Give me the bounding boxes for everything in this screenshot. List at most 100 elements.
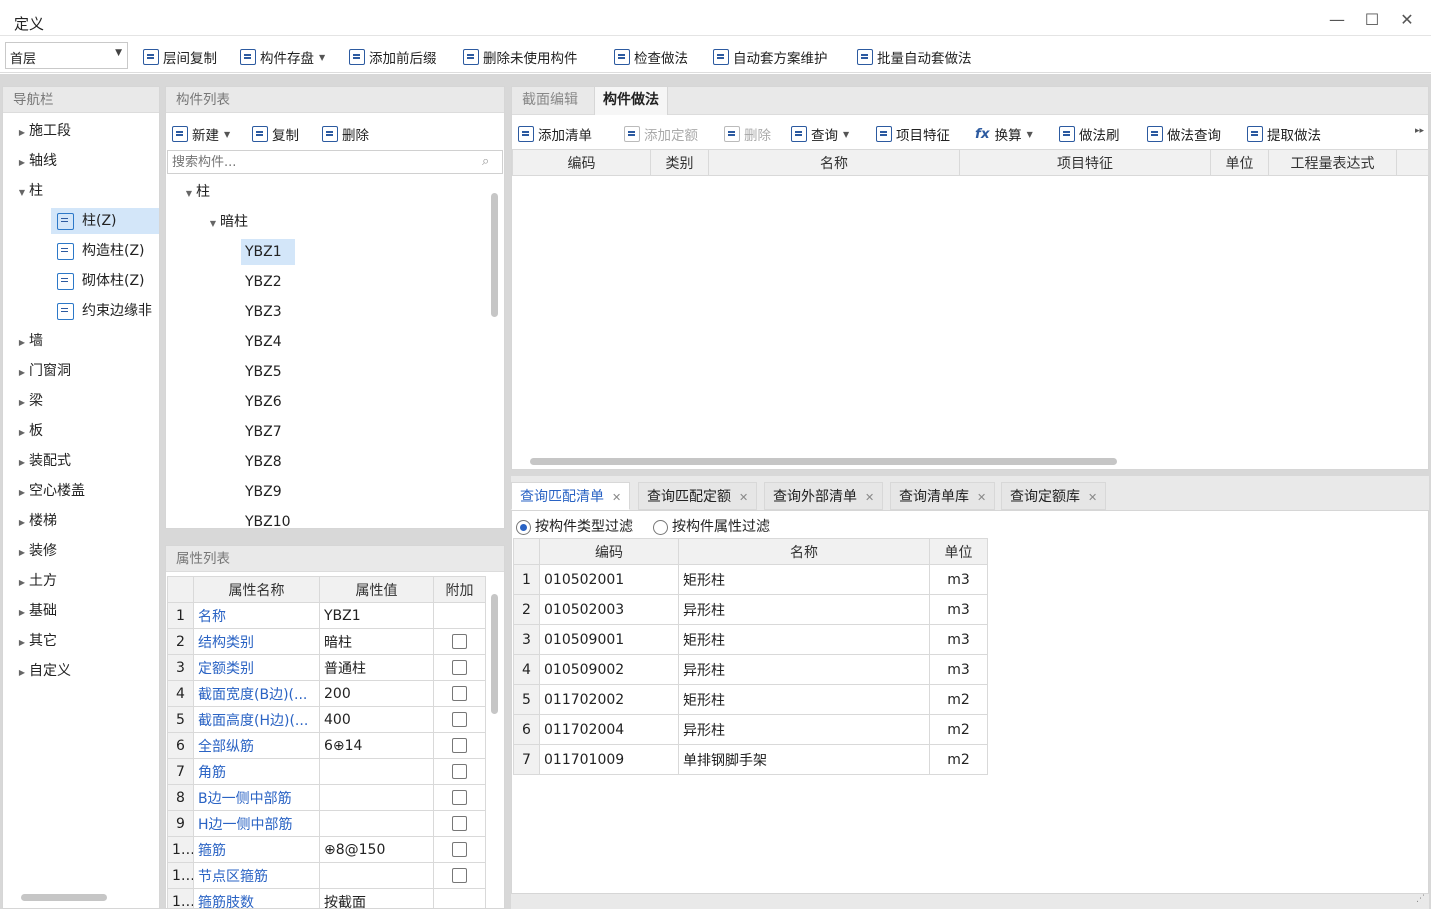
nav-item-wall[interactable]: ▶ 墙 <box>15 327 43 355</box>
property-value[interactable]: ⊕8@150 <box>319 836 434 863</box>
nav-sub-masonry-column[interactable]: 砌体柱(Z) <box>57 268 145 294</box>
query-name[interactable]: 异形柱 <box>678 594 930 625</box>
property-name[interactable]: 节点区箍筋 <box>193 862 320 889</box>
close-icon[interactable]: ✕ <box>977 491 986 504</box>
query-row[interactable]: 4 010509002 异形柱 m3 <box>513 654 988 685</box>
query-code[interactable]: 011702002 <box>539 684 679 715</box>
tab-component-method[interactable]: 构件做法 <box>594 87 668 115</box>
tree-item-ybz5[interactable]: YBZ5 <box>245 359 282 385</box>
query-code[interactable]: 010502001 <box>539 564 679 595</box>
query-name[interactable]: 异形柱 <box>678 654 930 685</box>
close-icon[interactable]: ✕ <box>865 491 874 504</box>
tab-query-bill-library[interactable]: 查询清单库 ✕ <box>890 482 996 510</box>
method-delete-button[interactable]: 删除 <box>724 123 771 145</box>
query-code[interactable]: 010502003 <box>539 594 679 625</box>
tree-root-column[interactable]: ▼ 柱 <box>182 179 210 205</box>
delete-component-button[interactable]: 删除 <box>322 123 369 145</box>
property-row[interactable]: 7 角筋 <box>167 758 486 785</box>
tab-query-quota-library[interactable]: 查询定额库 ✕ <box>1001 482 1107 510</box>
property-name[interactable]: 名称 <box>193 602 320 629</box>
query-unit[interactable]: m3 <box>929 624 988 655</box>
property-value[interactable] <box>319 862 434 889</box>
query-row[interactable]: 3 010509001 矩形柱 m3 <box>513 624 988 655</box>
tree-item-ybz6[interactable]: YBZ6 <box>245 389 282 415</box>
batch-auto-button[interactable]: 批量自动套做法 <box>857 46 972 68</box>
nav-sub-boundary-element[interactable]: 约束边缘非 <box>57 298 159 324</box>
nav-item-slab[interactable]: ▶ 板 <box>15 417 43 445</box>
save-component-button[interactable]: 构件存盘 ▼ <box>240 46 325 68</box>
checkbox[interactable] <box>452 868 467 883</box>
query-unit[interactable]: m3 <box>929 654 988 685</box>
nav-horizontal-scrollbar[interactable] <box>21 894 107 901</box>
floor-select[interactable]: 首层 ▼ <box>5 42 128 69</box>
add-bill-button[interactable]: 添加清单 <box>518 123 592 145</box>
auto-scheme-button[interactable]: 自动套方案维护 <box>713 46 828 68</box>
nav-item-construction-segment[interactable]: ▶ 施工段 <box>15 117 71 145</box>
filter-by-attribute-radio[interactable]: 按构件属性过滤 <box>653 516 770 536</box>
property-row[interactable]: 10 箍筋 ⊕8@150 <box>167 836 486 863</box>
property-name[interactable]: 定额类别 <box>193 654 320 681</box>
property-value[interactable]: 6⊕14 <box>319 732 434 759</box>
nav-item-earthwork[interactable]: ▶ 土方 <box>15 567 57 595</box>
extract-method-button[interactable]: 提取做法 <box>1247 123 1321 145</box>
component-list-scrollbar[interactable] <box>491 193 498 317</box>
nav-sub-column-z[interactable]: 柱(Z) <box>51 208 159 234</box>
property-value[interactable]: 400 <box>319 706 434 733</box>
tab-query-external-bill[interactable]: 查询外部清单 ✕ <box>764 482 884 510</box>
query-row[interactable]: 6 011702004 异形柱 m2 <box>513 714 988 745</box>
resize-grip-icon[interactable]: ⋰ <box>1416 894 1425 904</box>
checkbox[interactable] <box>452 842 467 857</box>
query-name[interactable]: 异形柱 <box>678 714 930 745</box>
checkbox[interactable] <box>452 790 467 805</box>
tree-item-ybz4[interactable]: YBZ4 <box>245 329 282 355</box>
item-feature-button[interactable]: 项目特征 <box>876 123 950 145</box>
close-icon[interactable]: ✕ <box>612 491 621 504</box>
property-value[interactable] <box>319 758 434 785</box>
property-value[interactable] <box>319 784 434 811</box>
property-row[interactable]: 4 截面宽度(B边)(... 200 <box>167 680 486 707</box>
query-row[interactable]: 7 011701009 单排钢脚手架 m2 <box>513 744 988 775</box>
floor-copy-button[interactable]: 层间复制 <box>143 46 217 68</box>
property-row[interactable]: 1 名称 YBZ1 <box>167 602 486 629</box>
toolbar-overflow-icon[interactable]: ▸▸ <box>1415 126 1424 136</box>
delete-unused-button[interactable]: 删除未使用构件 <box>463 46 578 68</box>
tab-query-match-bill[interactable]: 查询匹配清单 ✕ <box>511 482 631 510</box>
property-value[interactable]: 暗柱 <box>319 628 434 655</box>
method-brush-button[interactable]: 做法刷 <box>1059 123 1120 145</box>
method-query-button[interactable]: 做法查询 <box>1147 123 1221 145</box>
property-row[interactable]: 8 B边一侧中部筋 <box>167 784 486 811</box>
checkbox[interactable] <box>452 764 467 779</box>
component-search-input[interactable] <box>167 150 503 174</box>
checkbox[interactable] <box>452 816 467 831</box>
property-row[interactable]: 6 全部纵筋 6⊕14 <box>167 732 486 759</box>
checkbox[interactable] <box>452 738 467 753</box>
query-row[interactable]: 2 010502003 异形柱 m3 <box>513 594 988 625</box>
query-unit[interactable]: m3 <box>929 564 988 595</box>
query-row[interactable]: 1 010502001 矩形柱 m3 <box>513 564 988 595</box>
property-name[interactable]: 截面宽度(B边)(... <box>193 680 320 707</box>
property-row[interactable]: 12 箍筋肢数 按截面 <box>167 888 486 908</box>
property-row[interactable]: 5 截面高度(H边)(... 400 <box>167 706 486 733</box>
nav-item-column[interactable]: ▼ 柱 <box>15 177 43 205</box>
query-name[interactable]: 单排钢脚手架 <box>678 744 930 775</box>
query-name[interactable]: 矩形柱 <box>678 624 930 655</box>
tree-item-ybz10[interactable]: YBZ10 <box>245 509 291 529</box>
add-prefix-button[interactable]: 添加前后缀 <box>349 46 437 68</box>
close-icon[interactable]: ✕ <box>739 491 748 504</box>
property-value[interactable]: 200 <box>319 680 434 707</box>
tree-group-hidden-column[interactable]: ▼ 暗柱 <box>206 209 248 235</box>
property-value[interactable]: 按截面 <box>319 888 434 908</box>
nav-item-prefab[interactable]: ▶ 装配式 <box>15 447 71 475</box>
property-row[interactable]: 11 节点区箍筋 <box>167 862 486 889</box>
query-code[interactable]: 010509001 <box>539 624 679 655</box>
nav-item-decoration[interactable]: ▶ 装修 <box>15 537 57 565</box>
tree-item-ybz2[interactable]: YBZ2 <box>245 269 282 295</box>
check-method-button[interactable]: 检查做法 <box>614 46 688 68</box>
query-unit[interactable]: m2 <box>929 684 988 715</box>
property-value[interactable]: 普通柱 <box>319 654 434 681</box>
convert-button[interactable]: fx 换算 ▼ <box>975 123 1033 145</box>
query-code[interactable]: 010509002 <box>539 654 679 685</box>
method-horizontal-scrollbar[interactable] <box>530 458 1117 465</box>
checkbox[interactable] <box>452 634 467 649</box>
nav-item-foundation[interactable]: ▶ 基础 <box>15 597 57 625</box>
